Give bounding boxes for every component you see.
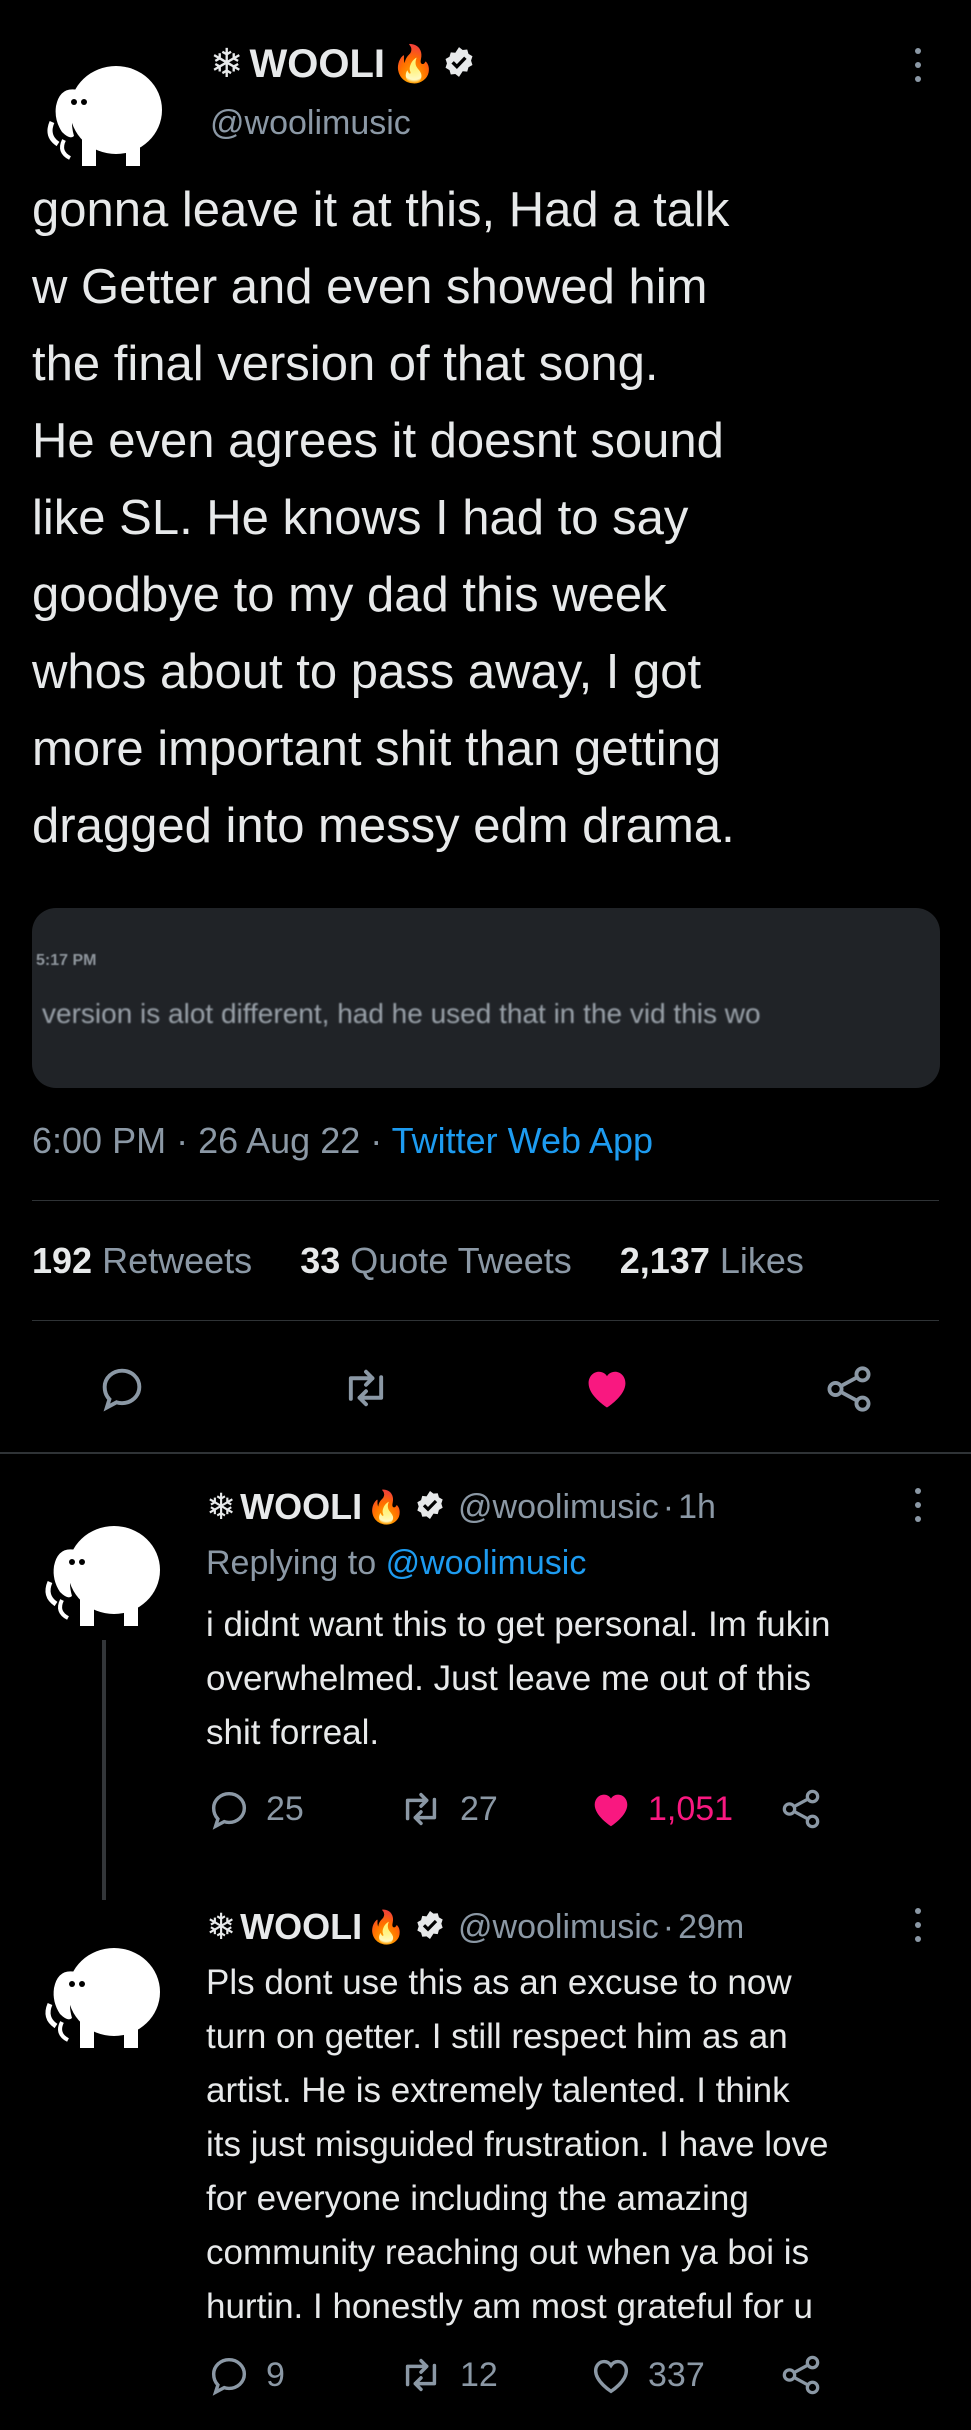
reply-button[interactable]: 25 [206,1786,304,1832]
tweet-text-line: the final version of that song. [32,337,659,391]
share-icon[interactable] [778,2352,824,2403]
reply-icon [211,1791,247,1830]
embedded-text: version is alot different, had he used t… [42,998,761,1029]
retweet-button[interactable]: 12 [396,2352,498,2398]
reply-text-line: turn on getter. I still respect him as a… [206,2017,788,2056]
tweet-text-line: dragged into messy edm drama. [32,799,735,853]
snowflake-icon: ❄ [210,42,244,86]
quotes-stat[interactable]: 33 Quote Tweets [300,1240,572,1281]
reply-header: ❄ WOOLI 🔥 @woolimusic · 1h [206,1486,716,1528]
tweet-text: gonna leave it at this, Had a talk w Get… [32,172,942,865]
reply-tweet[interactable]: ❄ WOOLI 🔥 @woolimusic · 29m Pls dont use… [0,1890,971,2430]
display-name[interactable]: WOOLI [240,1486,362,1528]
reply-icon[interactable] [96,1362,148,1414]
display-name: WOOLI [249,41,386,86]
snowflake-icon: ❄ [206,1906,237,1947]
author-handle[interactable]: @woolimusic [210,104,411,143]
verified-badge-icon [414,1489,446,1526]
reply-text-line: overwhelmed. Just leave me out of this [206,1659,812,1698]
reply-tweet[interactable]: ❄ WOOLI 🔥 @woolimusic · 1h Replying to @… [0,1460,971,1900]
tweet-meta: 6:00 PM · 26 Aug 22 · Twitter Web App [32,1120,654,1161]
reply-icon [211,2357,247,2396]
tweet-text-line: like SL. He knows I had to say [32,491,689,545]
replying-to: Replying to @woolimusic [206,1544,587,1582]
like-button[interactable]: 337 [588,2352,705,2398]
like-button[interactable]: 1,051 [588,1786,733,1832]
avatar[interactable] [30,40,170,180]
likes-stat[interactable]: 2,137 Likes [620,1240,804,1281]
fire-icon: 🔥 [391,43,436,84]
reply-text-line: hurtin. I honestly am most grateful for … [206,2287,813,2326]
author-handle[interactable]: @woolimusic [458,1488,659,1527]
tweet-text-line: goodbye to my dad this week [32,568,667,622]
tweet-text-line: whos about to pass away, I got [32,645,702,699]
reply-text-line: i didnt want this to get personal. Im fu… [206,1605,831,1644]
reply-text-line: shit forreal. [206,1713,380,1752]
more-options-icon[interactable] [912,48,924,90]
reply-button[interactable]: 9 [206,2352,285,2398]
divider [32,1200,939,1201]
reply-text: Pls dont use this as an excuse to now tu… [206,1956,946,2334]
author-name[interactable]: ❄ WOOLI 🔥 [210,40,476,88]
replying-to-handle[interactable]: @woolimusic [386,1544,587,1582]
tweet-stats: 192 Retweets 33 Quote Tweets 2,137 Likes [32,1240,804,1282]
fire-icon: 🔥 [366,1489,406,1525]
retweets-stat[interactable]: 192 Retweets [32,1240,252,1281]
reply-time[interactable]: 29m [678,1908,744,1947]
reply-count: 9 [266,2355,285,2394]
like-icon [593,2359,629,2394]
embedded-time: 5:17 PM [36,952,97,969]
divider [32,1320,939,1321]
tweet-text-line: more important shit than getting [32,722,722,776]
retweet-icon [405,2358,437,2392]
avatar[interactable] [28,1922,168,2062]
reply-count: 25 [266,1789,304,1828]
embedded-image[interactable]: 5:17 PM version is alot different, had h… [32,908,940,1088]
author-handle[interactable]: @woolimusic [458,1908,659,1947]
reply-time[interactable]: 1h [678,1488,716,1527]
verified-badge-icon [414,1909,446,1946]
main-tweet: ❄ WOOLI 🔥 @woolimusic gonna leave it at … [0,0,971,1450]
reply-text-line: for everyone including the amazing [206,2179,749,2218]
tweet-text-line: He even agrees it doesnt sound [32,414,724,468]
retweet-count: 12 [460,2355,498,2394]
reply-text-line: artist. He is extremely talented. I thin… [206,2071,790,2110]
retweet-icon [405,1792,437,1826]
tweet-source[interactable]: Twitter Web App [392,1120,653,1161]
tweet-time[interactable]: 6:00 PM [32,1120,166,1161]
like-count: 1,051 [648,1789,734,1828]
retweet-count: 27 [460,1789,498,1828]
fire-icon: 🔥 [366,1909,406,1945]
like-icon[interactable] [580,1362,634,1414]
retweet-icon[interactable] [338,1362,394,1414]
display-name[interactable]: WOOLI [240,1906,362,1948]
tweet-date[interactable]: 26 Aug 22 [198,1120,360,1161]
share-icon[interactable] [778,1786,824,1837]
tweet-text-line: gonna leave it at this, Had a talk [32,183,730,237]
share-icon[interactable] [822,1362,876,1416]
more-options-icon[interactable] [912,1908,924,1950]
like-count: 337 [648,2355,705,2394]
avatar[interactable] [28,1500,168,1640]
reply-text-line: its just misguided frustration. I have l… [206,2125,829,2164]
more-options-icon[interactable] [912,1488,924,1530]
reply-text-line: Pls dont use this as an excuse to now [206,1963,792,2002]
reply-text-line: community reaching out when ya boi is [206,2233,810,2272]
reply-text: i didnt want this to get personal. Im fu… [206,1598,946,1760]
retweet-button[interactable]: 27 [396,1786,498,1832]
snowflake-icon: ❄ [206,1486,237,1527]
verified-badge-icon [442,45,476,84]
section-divider [0,1452,971,1454]
reply-header: ❄ WOOLI 🔥 @woolimusic · 29m [206,1906,745,1948]
tweet-text-line: w Getter and even showed him [32,260,708,314]
thread-line [102,1640,106,1900]
like-icon [594,1794,628,1827]
